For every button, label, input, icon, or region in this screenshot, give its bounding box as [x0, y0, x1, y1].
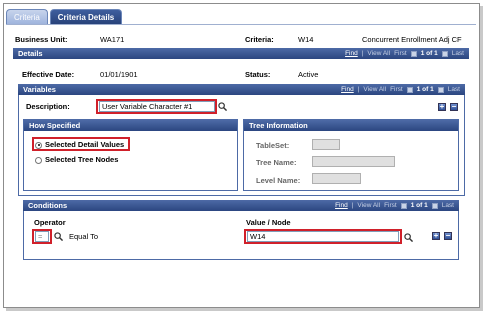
variables-prev-icon[interactable]	[406, 86, 413, 93]
conditions-find-link[interactable]: Find	[335, 200, 348, 211]
how-specified-header: How Specified	[24, 120, 237, 131]
conditions-view-all-link[interactable]: View All	[357, 200, 380, 211]
value-node-label: Value / Node	[246, 218, 291, 227]
variables-add-button[interactable]: +	[438, 103, 446, 111]
tree-name-label: Tree Name:	[256, 158, 297, 167]
conditions-next-icon[interactable]	[431, 202, 438, 209]
variables-next-icon[interactable]	[437, 86, 444, 93]
conditions-first-link[interactable]: First	[384, 200, 397, 211]
criteria-label: Criteria:	[245, 35, 274, 44]
tableset-field	[312, 139, 340, 150]
variables-last-link[interactable]: Last	[448, 84, 460, 95]
criteria-value: W14	[298, 35, 314, 44]
tree-info-header: Tree Information	[244, 120, 458, 131]
operator-description: Equal To	[69, 232, 99, 241]
variables-header: Variables Find | View All First 1 of 1 L…	[18, 84, 465, 95]
conditions-nav: Find | View All First 1 of 1 Last	[335, 200, 454, 211]
operator-lookup-icon[interactable]	[54, 232, 63, 241]
details-title: Details	[18, 49, 43, 58]
variables-title: Variables	[23, 85, 56, 94]
conditions-prev-icon[interactable]	[400, 202, 407, 209]
details-count: 1 of 1	[420, 50, 438, 57]
tree-name-field	[312, 156, 395, 167]
tab-underline	[6, 24, 476, 25]
details-nav: Find | View All First 1 of 1 Last	[345, 48, 464, 59]
operator-highlight	[32, 229, 52, 244]
variables-first-link[interactable]: First	[390, 84, 403, 95]
business-unit-label: Business Unit:	[15, 35, 68, 44]
conditions-last-link[interactable]: Last	[442, 200, 454, 211]
business-unit-value: WA171	[100, 35, 125, 44]
tab-bar: Criteria Criteria Details	[6, 9, 123, 25]
effective-date-label: Effective Date:	[22, 70, 75, 79]
details-header: Details Find | View All First 1 of 1 Las…	[13, 48, 469, 59]
details-first-link[interactable]: First	[394, 48, 407, 59]
level-name-label: Level Name:	[256, 176, 301, 185]
level-name-field	[312, 173, 361, 184]
effective-date-value: 01/01/1901	[100, 70, 138, 79]
description-lookup-icon[interactable]	[218, 102, 227, 111]
value-node-highlight	[244, 229, 402, 244]
details-view-all-link[interactable]: View All	[367, 48, 390, 59]
details-find-link[interactable]: Find	[345, 48, 358, 59]
conditions-add-button[interactable]: +	[432, 232, 440, 240]
tree-nodes-radio[interactable]	[35, 156, 42, 164]
variables-count: 1 of 1	[416, 86, 434, 93]
tab-criteria-details[interactable]: Criteria Details	[49, 9, 123, 24]
option-tree-nodes[interactable]: Selected Tree Nodes	[35, 155, 118, 164]
details-prev-icon[interactable]	[410, 50, 417, 57]
conditions-count: 1 of 1	[410, 202, 428, 209]
status-value: Active	[298, 70, 319, 79]
detail-values-highlight	[32, 137, 130, 151]
status-label: Status:	[245, 70, 271, 79]
conditions-remove-button[interactable]: −	[444, 232, 452, 240]
details-last-link[interactable]: Last	[452, 48, 464, 59]
conditions-header: Conditions Find | View All First 1 of 1 …	[23, 200, 459, 211]
variables-nav: Find | View All First 1 of 1 Last	[341, 84, 460, 95]
tab-criteria[interactable]: Criteria	[6, 9, 48, 24]
description-label: Description:	[26, 102, 70, 111]
operator-label: Operator	[34, 218, 66, 227]
value-node-lookup-icon[interactable]	[404, 233, 413, 242]
variables-find-link[interactable]: Find	[341, 84, 354, 95]
conditions-title: Conditions	[28, 201, 68, 210]
criteria-description: Concurrent Enrollment Adj CF	[362, 35, 462, 44]
variables-remove-button[interactable]: −	[450, 103, 458, 111]
variables-view-all-link[interactable]: View All	[363, 84, 386, 95]
tableset-label: TableSet:	[256, 141, 290, 150]
tree-nodes-label: Selected Tree Nodes	[45, 155, 119, 164]
details-next-icon[interactable]	[441, 50, 448, 57]
description-highlight	[96, 99, 217, 114]
